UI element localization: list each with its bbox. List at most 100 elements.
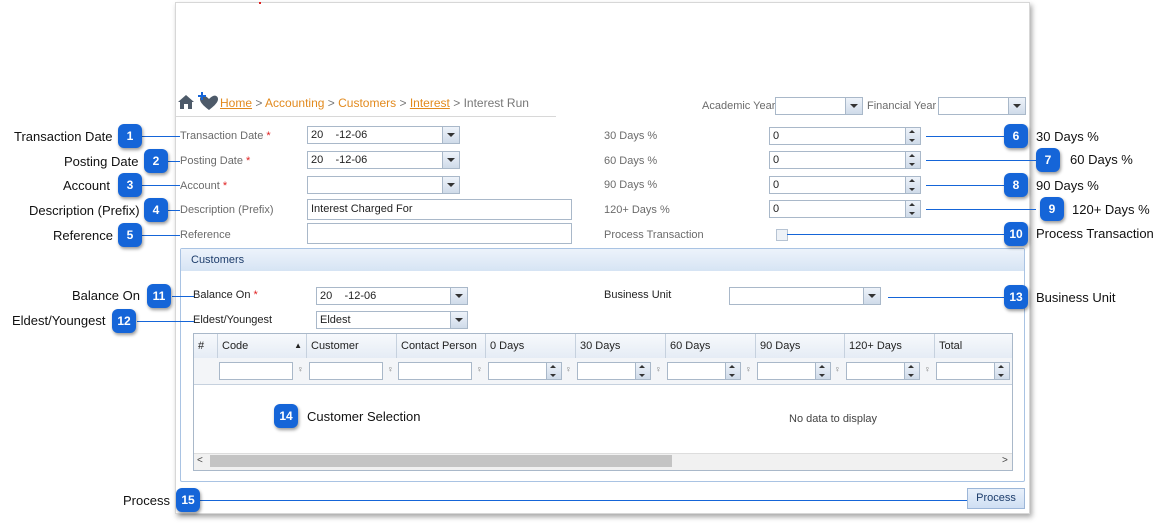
filter-icon[interactable]: ♀ <box>565 364 572 374</box>
callout-badge-1: 1 <box>118 124 142 148</box>
spin-arrows-icon[interactable] <box>905 152 920 168</box>
filter-contact-input[interactable] <box>398 362 472 380</box>
chevron-down-icon[interactable] <box>450 312 467 328</box>
days30-label: 30 Days % <box>604 130 658 142</box>
callout-text-8: 90 Days % <box>1036 178 1099 193</box>
days120-label: 120+ Days % <box>604 204 670 216</box>
filter-60-days-input[interactable] <box>667 362 741 380</box>
spin-arrows-icon[interactable] <box>815 363 830 379</box>
filter-30-days-input[interactable] <box>577 362 651 380</box>
account-select[interactable] <box>307 176 460 194</box>
account-label: Account * <box>180 180 228 192</box>
balance-on-field[interactable]: 20 -12-06 <box>316 287 468 305</box>
callout-line-7 <box>926 160 1036 161</box>
callout-badge-4: 4 <box>144 198 168 222</box>
spin-arrows-icon[interactable] <box>904 363 919 379</box>
spin-arrows-icon[interactable] <box>905 201 920 217</box>
filter-icon[interactable]: ♀ <box>655 364 662 374</box>
filter-icon[interactable]: ♀ <box>387 364 394 374</box>
customers-panel-title: Customers <box>181 249 1024 271</box>
scroll-right-icon[interactable]: > <box>1002 455 1008 466</box>
reference-input[interactable] <box>307 223 572 244</box>
spin-arrows-icon[interactable] <box>905 128 920 144</box>
description-input[interactable]: Interest Charged For <box>307 199 572 220</box>
callout-badge-12: 12 <box>112 309 136 333</box>
days90-value: 0 <box>773 179 780 191</box>
days120-spin[interactable]: 0 <box>769 200 921 218</box>
business-unit-select[interactable] <box>729 287 881 305</box>
callout-text-1: Transaction Date <box>14 129 113 144</box>
academic-year-select[interactable] <box>775 97 863 115</box>
posting-date-field[interactable]: 20 -12-06 <box>307 151 460 169</box>
callout-badge-2: 2 <box>144 149 168 173</box>
column-header-code[interactable]: Code ▲ <box>218 334 307 358</box>
callout-line-9 <box>926 209 1036 210</box>
business-unit-label: Business Unit <box>604 289 672 301</box>
filter-icon[interactable]: ♀ <box>745 364 752 374</box>
callout-text-12: Eldest/Youngest <box>12 313 106 328</box>
callout-badge-15: 15 <box>176 488 200 512</box>
favourite-add-icon[interactable] <box>197 92 219 112</box>
calendar-dropdown-icon[interactable] <box>442 127 459 143</box>
breadcrumb-separator: > <box>399 96 407 110</box>
home-icon[interactable] <box>177 93 195 111</box>
callout-line-3 <box>142 185 180 186</box>
column-header-number[interactable]: # <box>194 334 218 358</box>
spin-arrows-icon[interactable] <box>635 363 650 379</box>
spin-arrows-icon[interactable] <box>905 177 920 193</box>
filter-90-days-input[interactable] <box>757 362 831 380</box>
process-button[interactable]: Process <box>967 488 1025 509</box>
column-header-30-days[interactable]: 30 Days <box>576 334 666 358</box>
callout-badge-3: 3 <box>118 173 142 197</box>
breadcrumb-accounting[interactable]: Accounting <box>265 96 324 110</box>
spin-arrows-icon[interactable] <box>994 363 1009 379</box>
days90-label: 90 Days % <box>604 179 658 191</box>
reference-label: Reference <box>180 229 231 241</box>
calendar-dropdown-icon[interactable] <box>450 288 467 304</box>
transaction-date-field[interactable]: 20 -12-06 <box>307 126 460 144</box>
days30-spin[interactable]: 0 <box>769 127 921 145</box>
filter-code-input[interactable] <box>219 362 293 380</box>
spin-arrows-icon[interactable] <box>546 363 561 379</box>
scrollbar-thumb[interactable] <box>210 455 672 467</box>
callout-badge-11: 11 <box>147 284 171 308</box>
column-header-contact-person[interactable]: Contact Person <box>397 334 486 358</box>
callout-line-15 <box>200 500 967 501</box>
filter-total-input[interactable] <box>936 362 1010 380</box>
calendar-dropdown-icon[interactable] <box>442 152 459 168</box>
callout-text-2: Posting Date <box>64 154 139 169</box>
eldest-youngest-select[interactable]: Eldest <box>316 311 468 329</box>
scroll-left-icon[interactable]: < <box>197 455 203 466</box>
filter-icon[interactable]: ♀ <box>834 364 841 374</box>
callout-text-6: 30 Days % <box>1036 129 1099 144</box>
days60-spin[interactable]: 0 <box>769 151 921 169</box>
breadcrumb-home[interactable]: Home <box>220 96 252 110</box>
posting-date-label: Posting Date * <box>180 155 251 167</box>
callout-text-3: Account <box>63 178 110 193</box>
breadcrumb-interest[interactable]: Interest <box>410 96 450 110</box>
filter-icon[interactable]: ♀ <box>297 364 304 374</box>
days90-spin[interactable]: 0 <box>769 176 921 194</box>
filter-120-days-input[interactable] <box>846 362 920 380</box>
callout-line-1 <box>142 136 180 137</box>
column-header-0-days[interactable]: 0 Days <box>486 334 576 358</box>
process-transaction-checkbox[interactable] <box>776 229 788 241</box>
filter-customer-input[interactable] <box>309 362 383 380</box>
column-header-total[interactable]: Total <box>935 334 1012 358</box>
column-header-90-days[interactable]: 90 Days <box>756 334 845 358</box>
breadcrumb-customers[interactable]: Customers <box>338 96 396 110</box>
chevron-down-icon[interactable] <box>442 177 459 193</box>
filter-icon[interactable]: ♀ <box>476 364 483 374</box>
chevron-down-icon[interactable] <box>1008 98 1025 114</box>
filter-0-days-input[interactable] <box>488 362 562 380</box>
chevron-down-icon[interactable] <box>845 98 862 114</box>
column-header-60-days[interactable]: 60 Days <box>666 334 756 358</box>
breadcrumb-separator: > <box>327 96 335 110</box>
spin-arrows-icon[interactable] <box>725 363 740 379</box>
chevron-down-icon[interactable] <box>863 288 880 304</box>
column-header-120-days[interactable]: 120+ Days <box>845 334 935 358</box>
financial-year-select[interactable] <box>938 97 1026 115</box>
column-header-customer[interactable]: Customer <box>307 334 397 358</box>
breadcrumb: Home > Accounting > Customers > Interest… <box>176 90 556 117</box>
filter-icon[interactable]: ♀ <box>924 364 931 374</box>
